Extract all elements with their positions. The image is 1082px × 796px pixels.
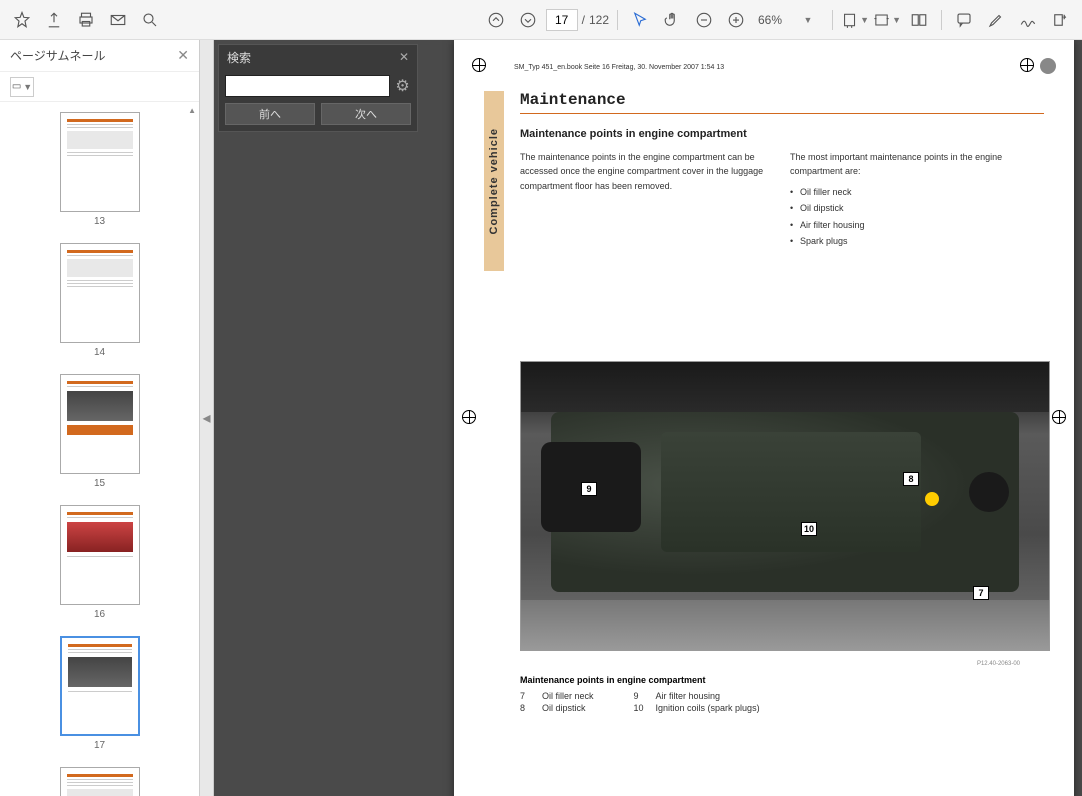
paragraph-right: The most important maintenance points in…: [790, 150, 1044, 179]
thumbnail[interactable]: 14: [60, 243, 140, 358]
zoom-out-icon[interactable]: [690, 6, 718, 34]
search-input[interactable]: [225, 75, 390, 97]
paragraph-left: The maintenance points in the engine com…: [520, 150, 774, 250]
photo-credit: P12.40-2063-00: [484, 661, 1020, 667]
caption-item: 7Oil filler neck: [520, 691, 594, 701]
bullet-item: Oil filler neck: [790, 185, 1044, 199]
search-panel: 検索 ✕ ⚙ 前へ 次へ: [218, 44, 418, 132]
thumbnail-number: 13: [60, 216, 140, 227]
book-info: SM_Typ 451_en.book Seite 16 Freitag, 30.…: [514, 64, 1044, 71]
bullet-item: Spark plugs: [790, 234, 1044, 248]
search-title: 検索: [227, 49, 251, 66]
page-heading: Maintenance: [520, 91, 1044, 114]
document-viewer[interactable]: 検索 ✕ ⚙ 前へ 次へ SM_Typ 451_en.: [214, 40, 1082, 796]
caption-item: 10Ignition coils (spark plugs): [634, 703, 760, 713]
sidebar-options-button[interactable]: ▭▼: [10, 77, 34, 97]
page-down-icon[interactable]: [514, 6, 542, 34]
search-next-button[interactable]: 次へ: [321, 103, 411, 125]
highlight-icon[interactable]: [982, 6, 1010, 34]
print-icon[interactable]: [72, 6, 100, 34]
scroll-up-icon[interactable]: ▲: [188, 106, 196, 115]
thumbnail-number: 14: [60, 347, 140, 358]
thumbnail-number: 15: [60, 478, 140, 489]
rotate-icon[interactable]: [1046, 6, 1074, 34]
bullet-item: Oil dipstick: [790, 201, 1044, 215]
caption-item: 8Oil dipstick: [520, 703, 594, 713]
side-tab-label: Complete vehicle: [488, 128, 500, 234]
caption-item: 9Air filter housing: [634, 691, 760, 701]
thumbnail-number: 17: [60, 740, 140, 751]
upload-icon[interactable]: [40, 6, 68, 34]
search-prev-button[interactable]: 前へ: [225, 103, 315, 125]
page-input[interactable]: [546, 9, 578, 31]
toolbar: / 122 66% ▼ ▼ ▼: [0, 0, 1082, 40]
page-subheading: Maintenance points in engine compartment: [520, 128, 1044, 140]
pointer-icon[interactable]: [626, 6, 654, 34]
thumbnail-sidebar: ページサムネール ✕ ▭▼ ▲ 13 14 15 16: [0, 40, 200, 796]
side-tab: Complete vehicle: [484, 91, 504, 271]
zoom-in-icon[interactable]: [722, 6, 750, 34]
sidebar-title: ページサムネール: [10, 47, 106, 64]
callout-8: 8: [903, 472, 919, 486]
pdf-page: SM_Typ 451_en.book Seite 16 Freitag, 30.…: [454, 40, 1074, 796]
thumbnail[interactable]: 17: [60, 636, 140, 751]
callout-10: 10: [801, 522, 817, 536]
thumbnail[interactable]: 16: [60, 505, 140, 620]
page-indicator: / 122: [546, 9, 609, 31]
callout-7: 7: [973, 586, 989, 600]
zoom-level[interactable]: 66% ▼: [754, 13, 824, 27]
fit-width-icon[interactable]: ▼: [841, 6, 869, 34]
sign-icon[interactable]: [1014, 6, 1042, 34]
thumbnail[interactable]: 18: [60, 767, 140, 796]
close-icon[interactable]: ✕: [399, 50, 409, 64]
close-icon[interactable]: ✕: [177, 47, 189, 64]
engine-photo: 9 8 10 7: [520, 361, 1050, 651]
page-total: 122: [589, 13, 609, 27]
caption-title: Maintenance points in engine compartment: [520, 675, 1044, 685]
zoom-value: 66%: [754, 13, 786, 27]
page-up-icon[interactable]: [482, 6, 510, 34]
page-sep: /: [582, 13, 585, 27]
fit-page-icon[interactable]: ▼: [873, 6, 901, 34]
thumbnail-number: 16: [60, 609, 140, 620]
view-mode-icon[interactable]: [905, 6, 933, 34]
collapse-sidebar-button[interactable]: ◂: [200, 40, 214, 796]
callout-9: 9: [581, 482, 597, 496]
comment-icon[interactable]: [950, 6, 978, 34]
mail-icon[interactable]: [104, 6, 132, 34]
gear-icon[interactable]: ⚙: [394, 75, 411, 97]
thumbnail[interactable]: 15: [60, 374, 140, 489]
search-icon[interactable]: [136, 6, 164, 34]
bookmark-icon[interactable]: [8, 6, 36, 34]
chevron-down-icon: ▼: [792, 15, 824, 25]
thumbnail[interactable]: 13: [60, 112, 140, 227]
thumbnail-list[interactable]: ▲ 13 14 15 16 17 18: [0, 102, 199, 796]
hand-icon[interactable]: [658, 6, 686, 34]
bullet-item: Air filter housing: [790, 218, 1044, 232]
bullet-list: Oil filler neck Oil dipstick Air filter …: [790, 185, 1044, 249]
